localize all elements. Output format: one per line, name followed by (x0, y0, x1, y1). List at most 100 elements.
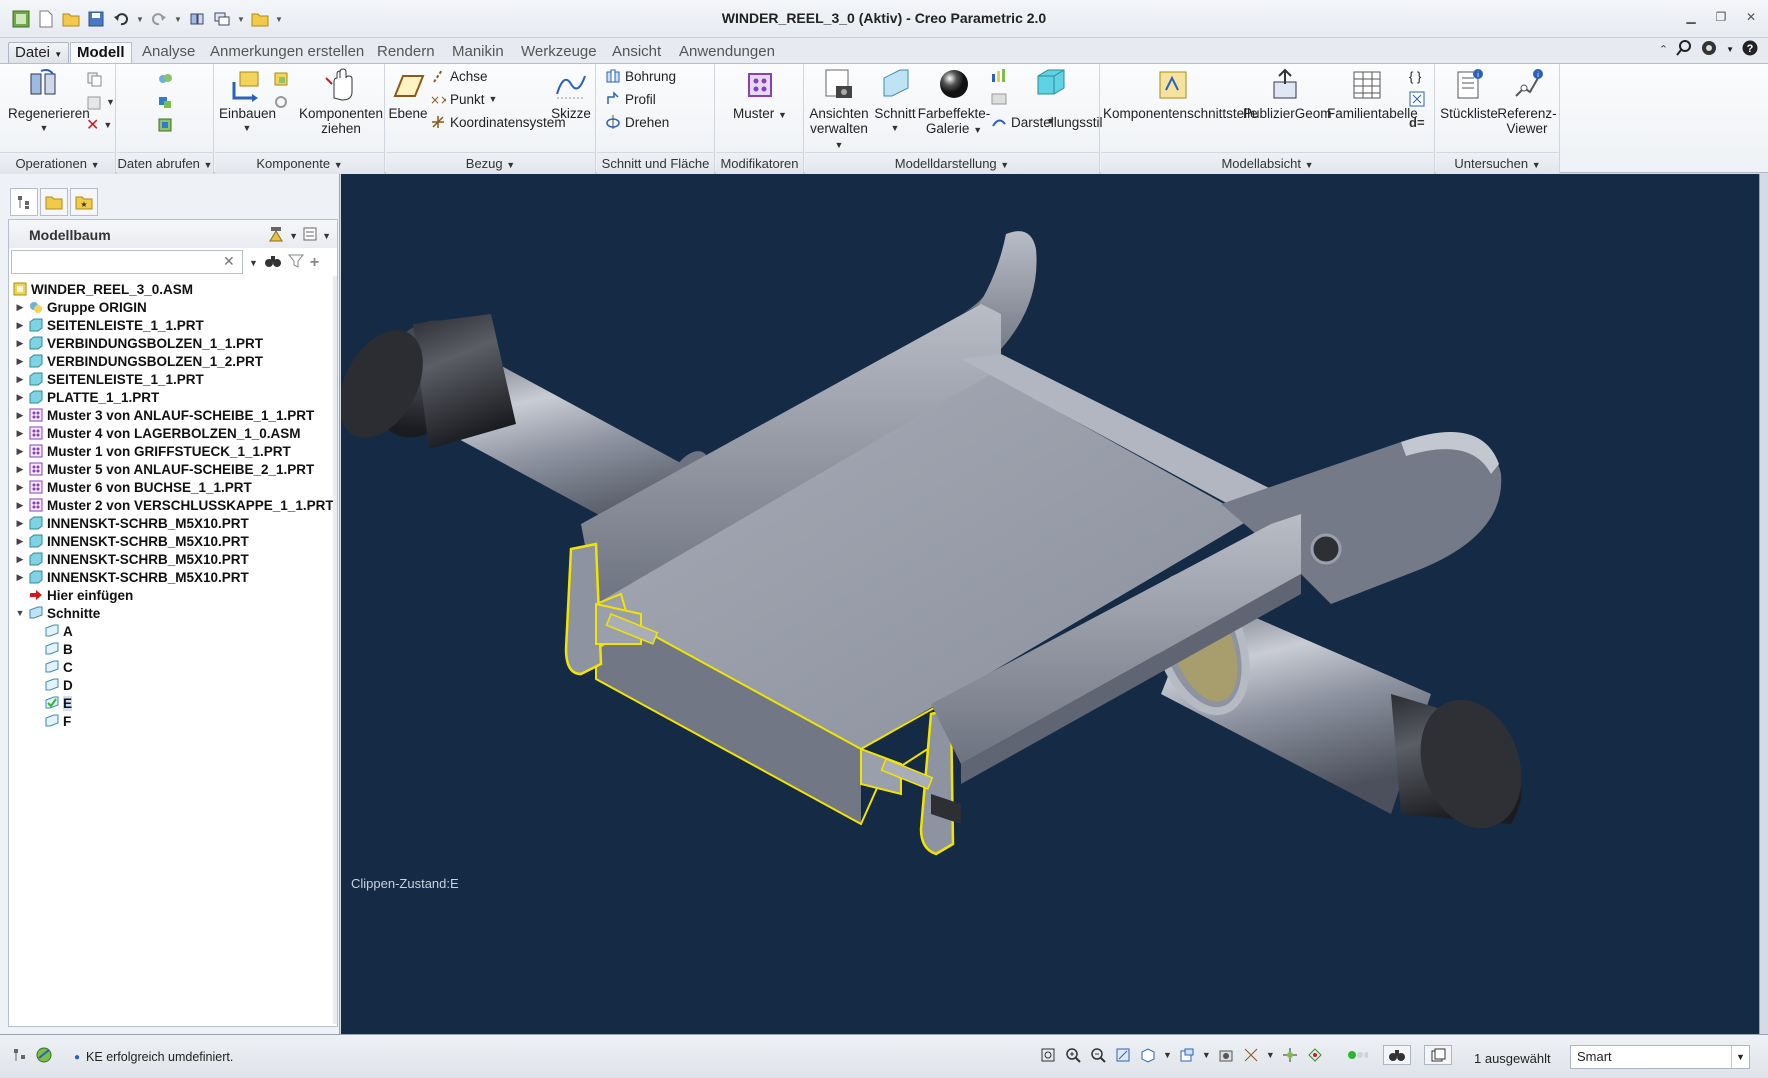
group-label-modifikatoren[interactable]: Modifikatoren ▼ (716, 152, 803, 192)
copy-geom-button[interactable] (157, 114, 173, 136)
maximize-button[interactable]: ❐ (1712, 8, 1730, 26)
display-style-status-icon[interactable] (1216, 1045, 1236, 1065)
delete-button[interactable]: ✕ ▼ (86, 114, 112, 136)
tree-item[interactable]: ▶ INNENSKT-SCHRB_M5X10.PRT (9, 550, 337, 568)
show-icon[interactable] (302, 226, 318, 245)
expand-toggle-icon[interactable]: ▶ (13, 554, 27, 565)
bom-button[interactable]: i Stückliste (1440, 68, 1498, 121)
tree-settings-icon[interactable] (267, 225, 285, 246)
group-label-schnitt-flaeche[interactable]: Schnitt und Fläche ▼ (597, 152, 714, 192)
toggle-browser-icon[interactable] (34, 1045, 54, 1065)
axis-button[interactable]: Achse (430, 65, 488, 87)
einbauen-button[interactable]: Einbauen ▼ (219, 68, 276, 136)
tree-item[interactable]: ▼ Schnitte (9, 604, 337, 622)
tree-search-input[interactable] (11, 250, 243, 274)
group-label-untersuchen[interactable]: Untersuchen ▼ (1436, 152, 1559, 174)
filter-icon[interactable] (287, 253, 304, 272)
coordinate-system-button[interactable]: Koordinatensystem (430, 111, 566, 133)
shrinkwrap-button[interactable] (157, 68, 173, 90)
tab-modell[interactable]: Modell (70, 42, 132, 64)
tree-item[interactable]: E (9, 694, 337, 712)
find-button[interactable] (1382, 1045, 1411, 1065)
tab-manikin[interactable]: Manikin (446, 42, 510, 64)
tree-item[interactable]: ▶ Muster 3 von ANLAUF-SCHEIBE_1_1.PRT (9, 406, 337, 424)
component-interface-button[interactable]: Komponentenschnittstelle (1103, 68, 1258, 121)
chevron-down-icon[interactable]: ▼ (1731, 1046, 1749, 1068)
tab-werkzeuge[interactable]: Werkzeuge (515, 42, 603, 64)
tree-item[interactable]: B (9, 640, 337, 658)
drag-components-button[interactable]: Komponenten ziehen (299, 68, 383, 136)
tree-item[interactable]: ▶ VERBINDUNGSBOLZEN_1_2.PRT (9, 352, 337, 370)
tab-anwendungen[interactable]: Anwendungen (673, 42, 781, 64)
color-effects-gallery-button[interactable]: Farbeffekte- Galerie ▼ (917, 68, 991, 138)
d-formula-button[interactable]: d= (1409, 111, 1425, 133)
search-icon[interactable] (1676, 40, 1692, 59)
tree-item[interactable]: A (9, 622, 337, 640)
tree-item[interactable]: ▶ Muster 5 von ANLAUF-SCHEIBE_2_1.PRT (9, 460, 337, 478)
tree-item[interactable]: Hier einfügen (9, 586, 337, 604)
group-label-operationen[interactable]: Operationen ▼ (0, 152, 115, 174)
help-icon[interactable]: ? (1742, 40, 1758, 59)
expand-toggle-icon[interactable]: ▶ (13, 428, 27, 439)
community-icon[interactable] (1700, 40, 1718, 59)
tree-item[interactable]: ▶ VERBINDUNGSBOLZEN_1_1.PRT (9, 334, 337, 352)
selection-list-button[interactable] (1423, 1045, 1452, 1065)
profile-button[interactable]: Profil (605, 88, 656, 110)
graphics-viewport[interactable]: Clippen-Zustand:E (341, 174, 1759, 1034)
find-binoculars-icon[interactable] (264, 253, 282, 272)
view-manager-icon[interactable] (1177, 1045, 1197, 1065)
expand-toggle-icon[interactable]: ▶ (13, 482, 27, 493)
tree-item[interactable]: ▶ INNENSKT-SCHRB_M5X10.PRT (9, 532, 337, 550)
tree-item[interactable]: ▶ SEITENLEISTE_1_1.PRT (9, 316, 337, 334)
tab-anmerkungen[interactable]: Anmerkungen erstellen (204, 42, 370, 64)
relations-button[interactable]: { } (1409, 65, 1421, 87)
orientations-dropdown-icon[interactable]: ▼ (1163, 1050, 1172, 1060)
pattern-button[interactable]: Muster ▼ (728, 68, 792, 123)
publish-geom-button[interactable]: PublizierGeom (1243, 68, 1332, 121)
view-manager-dropdown-icon[interactable]: ▼ (1202, 1050, 1211, 1060)
parameters-button[interactable] (1409, 88, 1425, 110)
hole-button[interactable]: Bohrung (605, 65, 676, 87)
tree-item[interactable]: ▶ Gruppe ORIGIN (9, 298, 337, 316)
selection-filter-select[interactable]: Smart ▼ (1570, 1045, 1750, 1069)
expand-toggle-icon[interactable]: ▶ (13, 446, 27, 457)
minimize-button[interactable]: ▁ (1682, 8, 1700, 26)
model-tree-tab[interactable] (10, 188, 38, 216)
datum-display-dropdown-icon[interactable]: ▼ (1266, 1050, 1275, 1060)
favorites-tab[interactable]: ★ (70, 188, 98, 216)
tree-item[interactable]: ▶ INNENSKT-SCHRB_M5X10.PRT (9, 568, 337, 586)
revolve-button[interactable]: Drehen (605, 111, 669, 133)
folder-browser-tab[interactable] (40, 188, 68, 216)
tree-item[interactable]: ▶ PLATTE_1_1.PRT (9, 388, 337, 406)
annotation-display-icon[interactable] (1305, 1045, 1325, 1065)
tree-item[interactable]: F (9, 712, 337, 730)
tree-item[interactable]: ▶ Muster 6 von BUCHSE_1_1.PRT (9, 478, 337, 496)
refit-icon[interactable] (1038, 1045, 1058, 1065)
tab-rendern[interactable]: Rendern (371, 42, 441, 64)
tab-datei[interactable]: Datei ▼ (8, 42, 70, 64)
shaded-view-button[interactable]: ▼ (1031, 66, 1071, 129)
repaint-icon[interactable] (1113, 1045, 1133, 1065)
zoom-out-icon[interactable] (1088, 1045, 1108, 1065)
expand-toggle-icon[interactable]: ▶ (13, 302, 27, 313)
create-component-button[interactable] (273, 68, 289, 90)
plane-button[interactable]: Ebene (388, 68, 428, 121)
group-label-bezug[interactable]: Bezug ▼ (386, 152, 595, 174)
regen-status-icon[interactable] (1347, 1045, 1368, 1065)
toggle-navigator-icon[interactable] (10, 1045, 30, 1065)
community-dropdown-icon[interactable]: ▼ (1726, 45, 1734, 54)
tree-item[interactable]: ▶ SEITENLEISTE_1_1.PRT (9, 370, 337, 388)
collapse-toggle-icon[interactable]: ▼ (13, 608, 27, 618)
tree-item[interactable]: ▶ INNENSKT-SCHRB_M5X10.PRT (9, 514, 337, 532)
expand-toggle-icon[interactable]: ▶ (13, 374, 27, 385)
tree-item[interactable]: D (9, 676, 337, 694)
zoom-in-icon[interactable] (1063, 1045, 1083, 1065)
copy-button[interactable] (86, 68, 102, 90)
expand-toggle-icon[interactable]: ▶ (13, 392, 27, 403)
tree-settings-dropdown-icon[interactable]: ▼ (289, 231, 298, 241)
sketch-button[interactable]: Skizze (550, 68, 592, 121)
expand-toggle-icon[interactable]: ▶ (13, 572, 27, 583)
expand-toggle-icon[interactable]: ▶ (13, 410, 27, 421)
tree-item[interactable]: ▶ Muster 4 von LAGERBOLZEN_1_0.ASM (9, 424, 337, 442)
tree-scrollbar[interactable] (333, 276, 337, 1024)
